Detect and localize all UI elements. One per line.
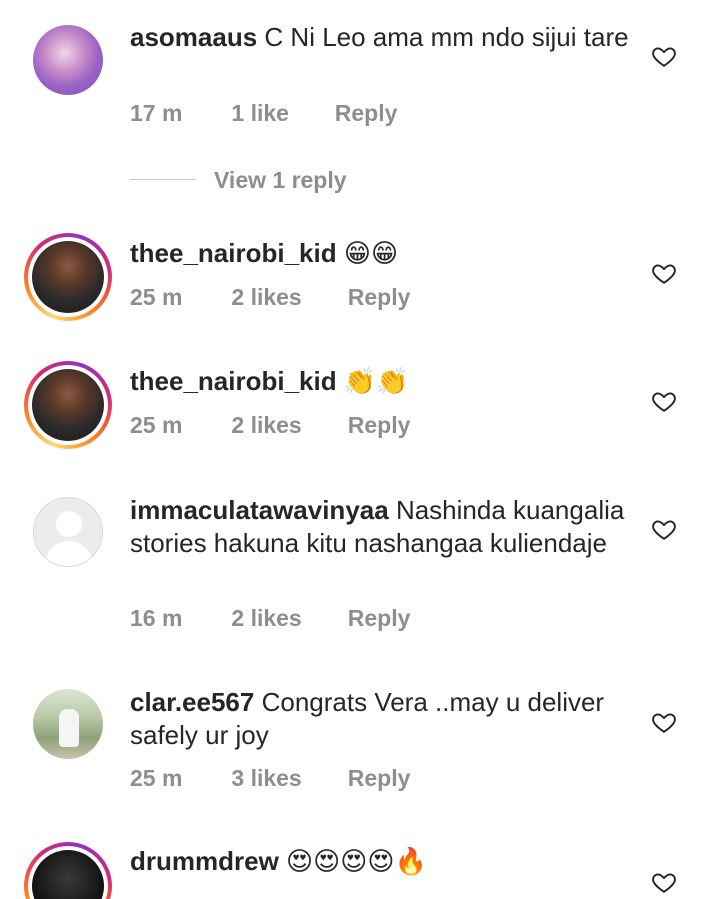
comment-text: thee_nairobi_kid 😁😁 [130,237,630,271]
avatar[interactable] [33,497,103,567]
avatar[interactable] [24,842,112,899]
view-replies-label: View 1 reply [214,167,347,193]
comment-time: 16 m [130,605,183,631]
comment-body: 😁😁 [343,239,399,269]
comment-body: 😍😍😍😍🔥 [286,847,427,877]
heart-outline-icon[interactable] [651,869,677,895]
avatar[interactable] [24,361,112,449]
heart-outline-icon[interactable] [651,709,677,735]
comment-meta: 25 m 3 likes Reply [130,765,410,792]
comment-meta: 25 m 2 likes Reply [130,412,410,439]
comment-item: asomaaus C Ni Leo ama mm ndo sijui tare … [0,0,720,150]
comment-username[interactable]: drummdrew [130,846,279,876]
comment-item: clar.ee567 Congrats Vera ..may u deliver… [0,685,720,805]
comment-time: 25 m [130,412,183,438]
comment-username[interactable]: immaculatawavinyaa [130,495,389,525]
comment-item: thee_nairobi_kid 👏👏 25 m 2 likes Reply [0,358,720,468]
comment-likes[interactable]: 1 like [231,100,328,127]
comment-username[interactable]: asomaaus [130,22,257,52]
avatar-silhouette-head [56,511,82,537]
reply-button[interactable]: Reply [348,765,411,792]
comment-likes[interactable]: 2 likes [231,412,341,439]
reply-button[interactable]: Reply [348,605,411,632]
comment-time: 25 m [130,765,183,791]
comment-likes[interactable]: 2 likes [231,284,341,311]
heart-outline-icon[interactable] [651,260,677,286]
comment-time: 17 m [130,100,183,126]
comment-text: asomaaus C Ni Leo ama mm ndo sijui tare [130,21,630,54]
comment-time: 25 m [130,284,183,310]
comment-item: immaculatawavinyaa Nashinda kuangalia st… [0,495,720,645]
comment-item: thee_nairobi_kid 😁😁 25 m 2 likes Reply [0,230,720,340]
avatar-photo [32,241,104,313]
comment-likes[interactable]: 3 likes [231,765,341,792]
heart-outline-icon[interactable] [651,516,677,542]
comment-meta: 16 m 2 likes Reply [130,605,410,632]
heart-outline-icon[interactable] [651,388,677,414]
divider [130,179,196,180]
comment-text: immaculatawavinyaa Nashinda kuangalia st… [130,494,630,560]
comment-text: clar.ee567 Congrats Vera ..may u deliver… [130,686,630,752]
comment-username[interactable]: thee_nairobi_kid [130,238,337,268]
comment-body: C Ni Leo ama mm ndo sijui tare [264,22,629,52]
reply-button[interactable]: Reply [348,284,411,311]
avatar-photo [32,369,104,441]
comment-text: drummdrew 😍😍😍😍🔥 [130,845,630,879]
heart-outline-icon[interactable] [651,43,677,69]
comment-meta: 17 m 1 like Reply [130,100,397,127]
comment-meta: 25 m 2 likes Reply [130,284,410,311]
comment-likes[interactable]: 2 likes [231,605,341,632]
avatar[interactable] [33,689,103,759]
avatar-figure [59,709,79,747]
avatar-silhouette-body [45,541,93,566]
comment-text: thee_nairobi_kid 👏👏 [130,365,630,399]
comment-username[interactable]: thee_nairobi_kid [130,366,337,396]
avatar[interactable] [24,233,112,321]
reply-button[interactable]: Reply [348,412,411,439]
reply-button[interactable]: Reply [335,100,398,127]
avatar[interactable] [33,25,103,95]
comment-body: 👏👏 [343,367,409,397]
comment-item: drummdrew 😍😍😍😍🔥 [0,840,720,899]
comment-username[interactable]: clar.ee567 [130,687,254,717]
